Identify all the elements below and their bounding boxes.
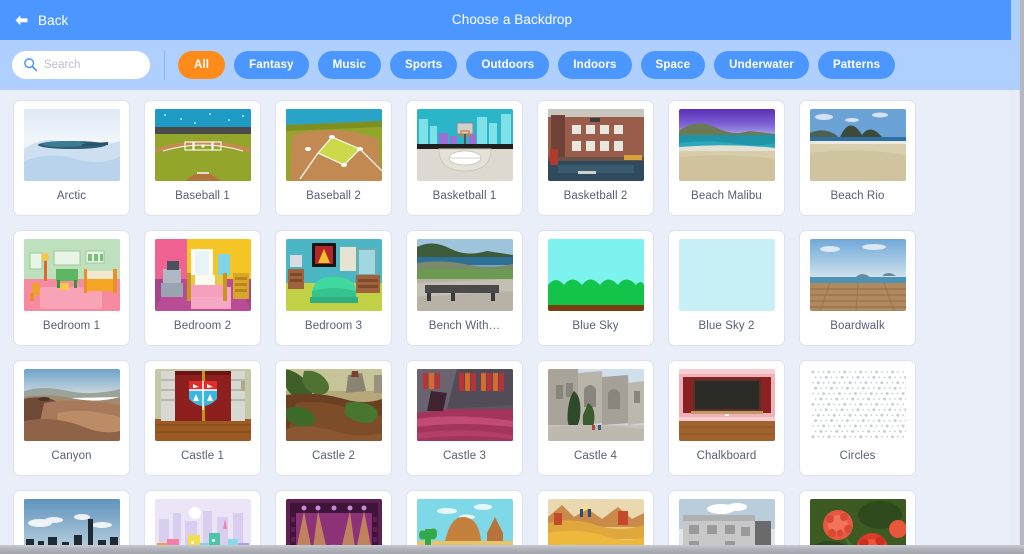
backdrop-thumbnail [416, 369, 513, 441]
backdrop-thumbnail [154, 369, 251, 441]
backdrop-name: Castle 3 [443, 450, 486, 462]
backdrop-name: Canyon [51, 450, 92, 462]
category-tag-fantasy[interactable]: Fantasy [234, 51, 309, 79]
back-button[interactable]: Back [14, 13, 68, 28]
back-label: Back [38, 12, 69, 28]
backdrop-grid-scroll[interactable]: Arctic Baseball 1 Baseball 2 Basketball … [0, 90, 1011, 554]
backdrop-thumbnail [416, 499, 513, 554]
backdrop-card[interactable] [275, 490, 392, 554]
backdrop-thumbnail [809, 109, 906, 181]
backdrop-thumbnail [154, 239, 251, 311]
backdrop-thumbnail [678, 369, 775, 441]
filter-divider [164, 50, 165, 80]
backdrop-thumbnail [285, 239, 382, 311]
backdrop-card[interactable]: Castle 2 [275, 360, 392, 476]
backdrop-card[interactable]: Boardwalk [799, 230, 916, 346]
search-input[interactable] [12, 51, 150, 79]
arrow-left-icon [15, 14, 28, 25]
backdrop-thumbnail [285, 109, 382, 181]
backdrop-name: Castle 1 [181, 450, 224, 462]
backdrop-name: Baseball 1 [175, 190, 230, 202]
backdrop-name: Arctic [56, 190, 87, 202]
backdrop-name: Boardwalk [830, 320, 885, 332]
backdrop-name: Blue Sky [572, 320, 619, 332]
backdrop-thumbnail [547, 369, 644, 441]
category-tag-patterns[interactable]: Patterns [817, 51, 896, 79]
backdrop-thumbnail [678, 499, 775, 554]
backdrop-name: Bedroom 1 [42, 320, 101, 332]
category-tag-list: All Fantasy Music Sports Outdoors Indoor… [178, 51, 896, 79]
backdrop-card[interactable]: Beach Rio [799, 100, 916, 216]
backdrop-card[interactable]: Baseball 1 [144, 100, 261, 216]
category-tag-music[interactable]: Music [317, 51, 382, 79]
backdrop-card[interactable]: Bench With… [406, 230, 523, 346]
backdrop-card[interactable]: Circles [799, 360, 916, 476]
backdrop-name: Basketball 2 [563, 190, 628, 202]
backdrop-card[interactable] [537, 490, 654, 554]
backdrop-thumbnail [23, 109, 120, 181]
backdrop-card[interactable]: Baseball 2 [275, 100, 392, 216]
backdrop-card[interactable]: Castle 3 [406, 360, 523, 476]
backdrop-thumbnail [809, 499, 906, 554]
backdrop-card[interactable] [144, 490, 261, 554]
modal-title: Choose a Backdrop [451, 12, 573, 27]
backdrop-name: Beach Rio [830, 190, 885, 202]
backdrop-thumbnail [416, 239, 513, 311]
backdrop-name: Castle 2 [312, 450, 355, 462]
backdrop-card[interactable]: Castle 4 [537, 360, 654, 476]
backdrop-card[interactable]: Blue Sky [537, 230, 654, 346]
backdrop-card[interactable]: Bedroom 3 [275, 230, 392, 346]
backdrop-thumbnail [678, 239, 775, 311]
backdrop-card[interactable]: Castle 1 [144, 360, 261, 476]
backdrop-card[interactable]: Basketball 1 [406, 100, 523, 216]
backdrop-card[interactable]: Arctic [13, 100, 130, 216]
category-tag-space[interactable]: Space [640, 51, 706, 79]
modal-header: Back Choose a Backdrop [0, 0, 1024, 40]
backdrop-card[interactable]: Bedroom 2 [144, 230, 261, 346]
search-wrapper [12, 51, 150, 79]
backdrop-name: Beach Malibu [691, 190, 762, 202]
backdrop-name: Bench With… [428, 320, 501, 332]
backdrop-name: Bedroom 2 [173, 320, 232, 332]
backdrop-card[interactable]: Basketball 2 [537, 100, 654, 216]
backdrop-thumbnail [547, 239, 644, 311]
backdrop-thumbnail [547, 109, 644, 181]
backdrop-card[interactable]: Beach Malibu [668, 100, 785, 216]
backdrop-thumbnail [285, 499, 382, 554]
backdrop-thumbnail [809, 239, 906, 311]
backdrop-grid: Arctic Baseball 1 Baseball 2 Basketball … [13, 100, 999, 554]
backdrop-thumbnail [678, 109, 775, 181]
backdrop-card[interactable]: Canyon [13, 360, 130, 476]
backdrop-name: Basketball 1 [432, 190, 497, 202]
backdrop-name: Bedroom 3 [304, 320, 363, 332]
backdrop-name: Chalkboard [696, 450, 757, 462]
backdrop-card[interactable] [13, 490, 130, 554]
backdrop-name: Blue Sky 2 [698, 320, 755, 332]
filter-bar: All Fantasy Music Sports Outdoors Indoor… [0, 40, 1024, 90]
backdrop-card[interactable]: Blue Sky 2 [668, 230, 785, 346]
backdrop-card[interactable]: Bedroom 1 [13, 230, 130, 346]
backdrop-thumbnail [154, 109, 251, 181]
backdrop-card[interactable] [668, 490, 785, 554]
backdrop-card[interactable] [406, 490, 523, 554]
backdrop-name: Circles [839, 450, 876, 462]
backdrop-thumbnail [416, 109, 513, 181]
backdrop-thumbnail [809, 369, 906, 441]
category-tag-sports[interactable]: Sports [390, 51, 458, 79]
backdrop-name: Baseball 2 [306, 190, 361, 202]
backdrop-thumbnail [154, 499, 251, 554]
category-tag-indoors[interactable]: Indoors [558, 51, 632, 79]
backdrop-thumbnail [23, 239, 120, 311]
backdrop-card[interactable]: Chalkboard [668, 360, 785, 476]
backdrop-thumbnail [23, 499, 120, 554]
backdrop-card[interactable] [799, 490, 916, 554]
backdrop-name: Castle 4 [574, 450, 617, 462]
category-tag-all[interactable]: All [178, 51, 226, 79]
category-tag-outdoors[interactable]: Outdoors [466, 51, 550, 79]
backdrop-library-modal: Back Choose a Backdrop All Fantasy Music… [0, 0, 1024, 554]
backdrop-thumbnail [285, 369, 382, 441]
backdrop-thumbnail [23, 369, 120, 441]
category-tag-underwater[interactable]: Underwater [714, 51, 809, 79]
backdrop-thumbnail [547, 499, 644, 554]
